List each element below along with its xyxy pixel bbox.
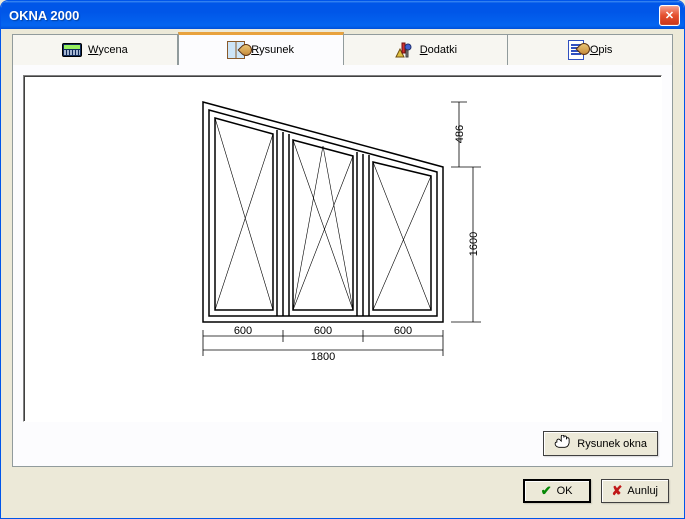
- ok-button[interactable]: ✔ OK: [523, 479, 591, 503]
- rysunek-okna-button[interactable]: Rysunek okna: [543, 431, 658, 456]
- window-title: OKNA 2000: [9, 8, 659, 23]
- close-button[interactable]: ✕: [659, 5, 680, 26]
- tab-label: Opis: [590, 44, 613, 56]
- dim-height-delta: 486: [454, 124, 466, 142]
- tab-row: Wycena Rysunek Dodatki Opis: [12, 34, 673, 66]
- tab-dodatki[interactable]: Dodatki: [344, 34, 509, 66]
- app-window: OKNA 2000 ✕ Wycena Rysunek Dodatki: [0, 0, 685, 519]
- hand-pointer-icon: [554, 435, 572, 452]
- client-area: Wycena Rysunek Dodatki Opis: [4, 29, 681, 515]
- button-label: OK: [557, 485, 573, 497]
- dim-width-total: 1800: [310, 351, 334, 363]
- calculator-icon: [62, 43, 82, 57]
- tab-panel: 600 600 600 1800 486 1600: [12, 65, 673, 467]
- dim-width-2: 600: [313, 325, 331, 337]
- dim-width-1: 600: [233, 325, 251, 337]
- dim-height-main: 1600: [468, 231, 480, 255]
- dialog-buttons: ✔ OK ✘ Aunluj: [523, 479, 669, 503]
- tab-label: Rysunek: [251, 44, 294, 56]
- panel-buttons: Rysunek okna: [543, 431, 658, 456]
- x-icon: ✘: [612, 483, 623, 499]
- window-drawing-icon: [227, 41, 245, 59]
- tab-wycena[interactable]: Wycena: [12, 34, 178, 66]
- tab-label: Wycena: [88, 44, 128, 56]
- check-icon: ✔: [541, 483, 552, 499]
- button-label: Rysunek okna: [577, 438, 647, 450]
- drawing-canvas: 600 600 600 1800 486 1600: [23, 75, 662, 422]
- close-icon: ✕: [665, 9, 674, 22]
- cancel-button[interactable]: ✘ Aunluj: [601, 479, 669, 503]
- document-icon: [568, 40, 584, 60]
- dim-width-3: 600: [393, 325, 411, 337]
- window-drawing: 600 600 600 1800 486 1600: [183, 92, 503, 392]
- tools-icon: [394, 41, 414, 59]
- tab-opis[interactable]: Opis: [508, 34, 673, 66]
- tab-label: Dodatki: [420, 44, 457, 56]
- button-label: Aunluj: [627, 485, 658, 497]
- tab-rysunek[interactable]: Rysunek: [178, 32, 344, 66]
- titlebar: OKNA 2000 ✕: [1, 1, 684, 29]
